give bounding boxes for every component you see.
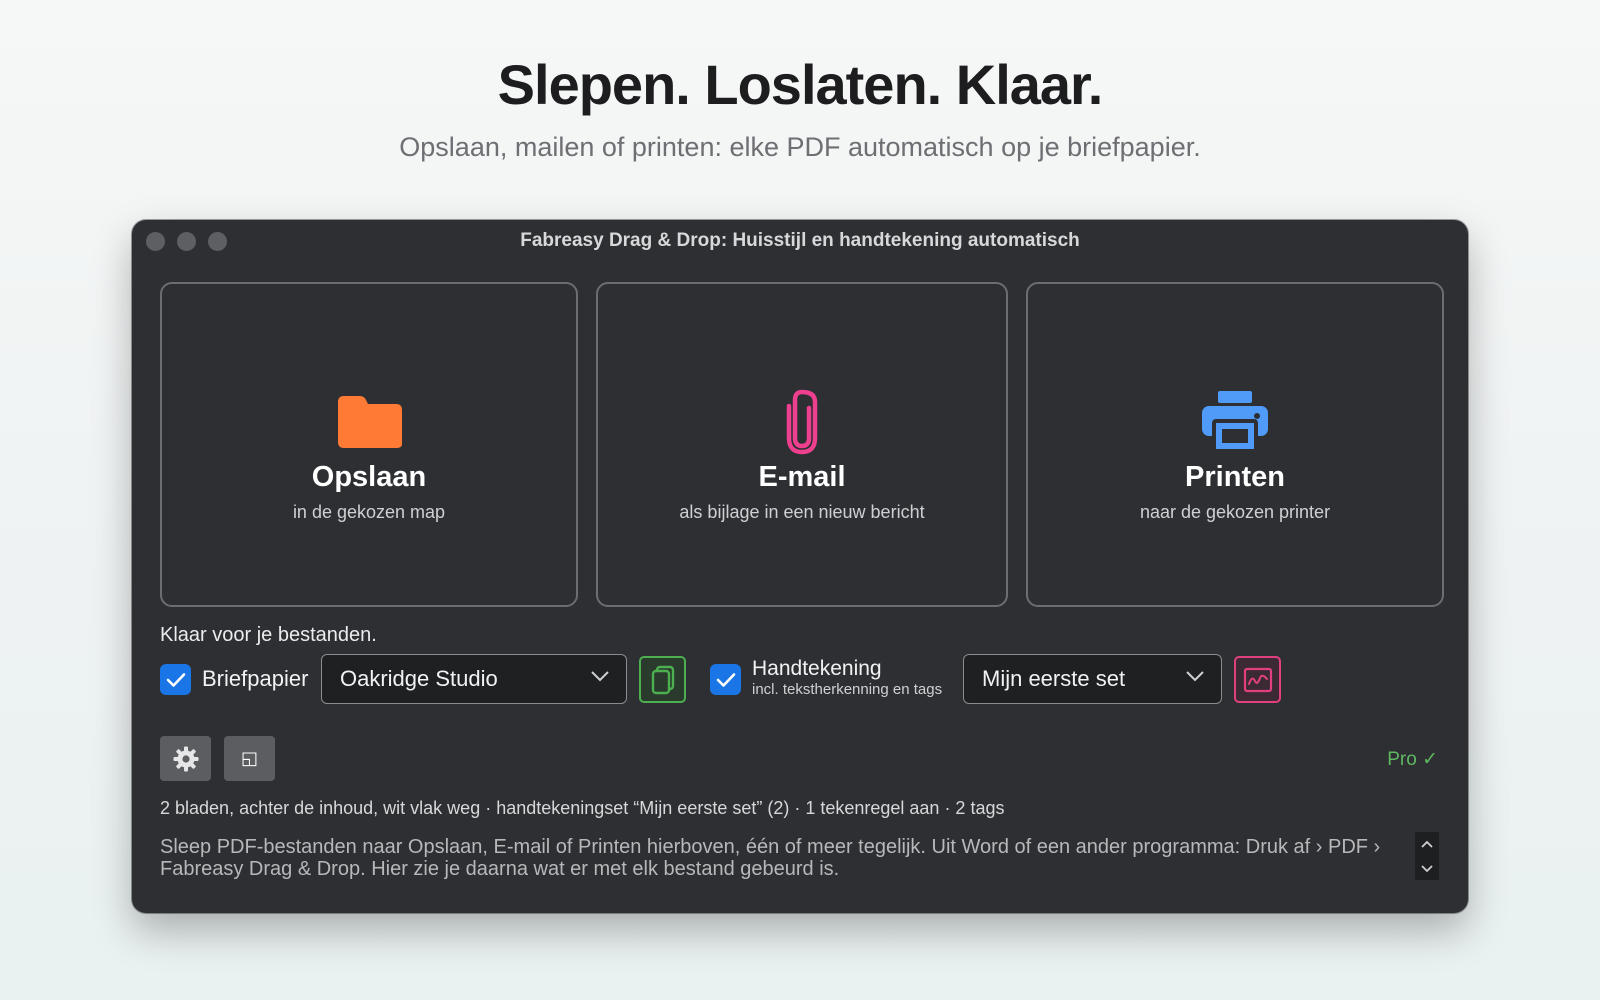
save-drop-zone[interactable]: Opslaan in de gekozen map [160,282,578,607]
window-title: Fabreasy Drag & Drop: Huisstijl en handt… [520,230,1080,251]
settings-summary: 2 bladen, achter de inhoud, wit vlak weg… [160,798,1005,818]
email-drop-zone[interactable]: E-mail als bijlage in een nieuw bericht [596,282,1008,607]
checkmark-icon [716,672,735,687]
signature-checkbox[interactable] [710,664,741,695]
settings-button[interactable] [160,736,211,781]
chevron-up-icon[interactable] [1420,840,1434,849]
window-icon: ◱ [240,748,258,768]
checkmark-icon [166,672,185,687]
copy-pages-icon [651,665,674,694]
app-window: Fabreasy Drag & Drop: Huisstijl en handt… [132,220,1468,913]
signature-sublabel: incl. tekstherkenning en tags [752,681,943,698]
letterhead-checkbox[interactable] [160,664,191,695]
letterhead-select-value: Oakridge Studio [340,666,498,691]
save-zone-title: Opslaan [311,460,427,493]
activity-log: Sleep PDF-bestanden naar Opslaan, E-mail… [160,836,1381,880]
signature-set-select[interactable]: Mijn eerste set [963,654,1222,704]
folder-icon [333,385,405,457]
page-headline: Slepen. Loslaten. Klaar. [497,53,1104,116]
print-drop-zone[interactable]: Printen naar de gekozen printer [1026,282,1444,607]
paperclip-icon [766,385,838,457]
email-zone-title: E-mail [758,460,846,493]
log-scroll-stepper[interactable] [1415,832,1439,880]
status-text: Klaar voor je bestanden. [160,624,377,646]
chevron-down-icon[interactable] [1420,864,1434,873]
window-button[interactable]: ◱ [224,736,275,781]
chevron-down-icon [591,671,609,682]
signature-label: Handtekening [752,657,882,680]
printer-icon [1199,385,1271,457]
save-zone-subtitle: in de gekozen map [292,501,446,522]
signature-preview-button[interactable] [1234,656,1281,703]
chevron-down-icon [1186,671,1204,682]
pro-status-badge: Pro ✓ [1387,749,1438,770]
print-zone-title: Printen [1185,460,1285,493]
print-zone-subtitle: naar de gekozen printer [1139,501,1331,522]
letterhead-label: Briefpapier [202,666,309,691]
letterhead-preview-button[interactable] [639,656,686,703]
page-subline: Opslaan, mailen of printen: elke PDF aut… [399,132,1201,162]
email-zone-subtitle: als bijlage in een nieuw bericht [679,501,925,522]
letterhead-select[interactable]: Oakridge Studio [321,654,627,704]
signature-set-select-value: Mijn eerste set [982,666,1126,691]
gear-icon [173,746,198,771]
signature-icon [1243,667,1272,692]
